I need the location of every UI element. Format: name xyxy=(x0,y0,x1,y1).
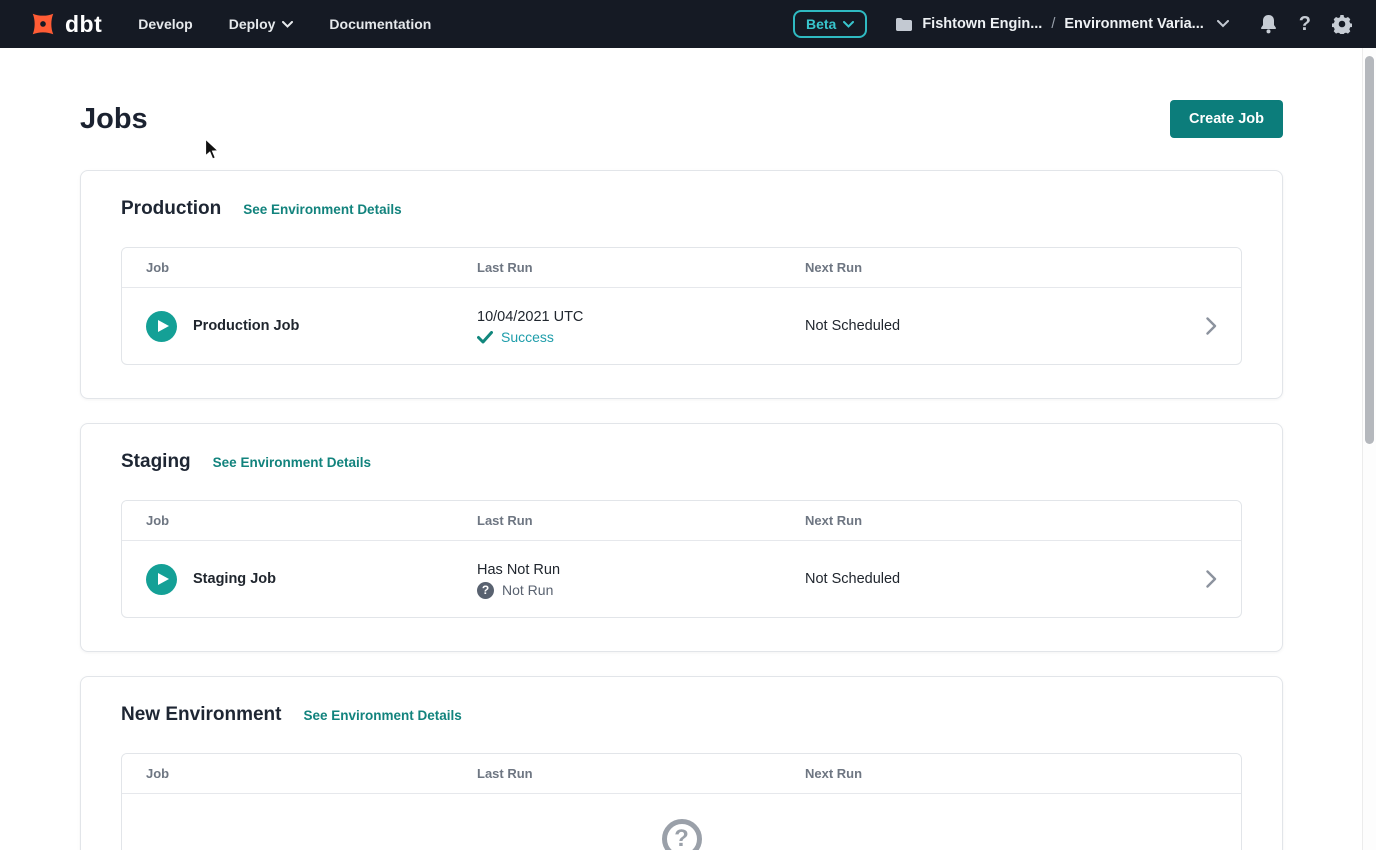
column-header-next-run: Next Run xyxy=(805,766,1181,781)
column-header-spacer xyxy=(1181,766,1241,781)
beta-dropdown[interactable]: Beta xyxy=(793,10,867,38)
environment-title: New Environment xyxy=(121,704,281,726)
column-header-job: Job xyxy=(146,260,477,275)
breadcrumb-project[interactable]: Fishtown Engin... xyxy=(922,16,1042,32)
nav-item-documentation[interactable]: Documentation xyxy=(329,16,431,32)
nav-item-label: Documentation xyxy=(329,16,431,32)
run-job-button[interactable] xyxy=(146,564,177,595)
jobs-table: Job Last Run Next Run Staging Job Has No… xyxy=(121,500,1242,618)
column-header-spacer xyxy=(1181,260,1241,275)
last-run-date: Has Not Run xyxy=(477,560,805,580)
job-row[interactable]: Staging Job Has Not Run ? Not Run Not Sc… xyxy=(122,541,1241,617)
chevron-right-icon[interactable] xyxy=(1206,570,1217,588)
column-header-last-run: Last Run xyxy=(477,766,805,781)
navbar-icon-group: ? xyxy=(1259,14,1352,34)
breadcrumb-separator: / xyxy=(1051,16,1055,32)
last-run-status-line: ? Not Run xyxy=(477,582,805,599)
environment-title: Staging xyxy=(121,451,191,473)
jobs-table: Job Last Run Next Run ? xyxy=(121,753,1242,850)
nav-item-develop[interactable]: Develop xyxy=(138,16,192,32)
row-chevron-cell xyxy=(1181,317,1241,335)
create-job-button[interactable]: Create Job xyxy=(1170,100,1283,138)
dbt-logo[interactable]: dbt xyxy=(28,9,102,39)
environment-card-header: Production See Environment Details xyxy=(121,198,1242,220)
play-icon xyxy=(158,320,169,332)
see-environment-details-link[interactable]: See Environment Details xyxy=(303,708,461,723)
job-name: Staging Job xyxy=(193,571,276,587)
last-run-status-line: Success xyxy=(477,329,805,345)
scrollbar[interactable] xyxy=(1362,48,1376,850)
folder-icon xyxy=(895,17,913,32)
help-icon[interactable]: ? xyxy=(1299,14,1311,34)
column-header-last-run: Last Run xyxy=(477,513,805,528)
nav-item-deploy[interactable]: Deploy xyxy=(229,16,294,32)
column-header-last-run: Last Run xyxy=(477,260,805,275)
gear-icon[interactable] xyxy=(1332,14,1352,34)
environment-card-header: New Environment See Environment Details xyxy=(121,704,1242,726)
chevron-down-icon[interactable] xyxy=(1217,20,1229,28)
column-header-next-run: Next Run xyxy=(805,513,1181,528)
breadcrumb-page[interactable]: Environment Varia... xyxy=(1064,16,1203,32)
bell-icon[interactable] xyxy=(1259,14,1278,34)
column-header-job: Job xyxy=(146,766,477,781)
chevron-down-icon xyxy=(282,21,293,28)
jobs-table-header: Job Last Run Next Run xyxy=(122,501,1241,541)
job-row[interactable]: Production Job 10/04/2021 UTC Success No… xyxy=(122,288,1241,364)
see-environment-details-link[interactable]: See Environment Details xyxy=(213,455,371,470)
jobs-table-body: ? xyxy=(122,794,1241,850)
last-run-cell: Has Not Run ? Not Run xyxy=(477,560,805,599)
column-header-job: Job xyxy=(146,513,477,528)
last-run-status: Success xyxy=(501,329,554,345)
chevron-right-icon[interactable] xyxy=(1206,317,1217,335)
see-environment-details-link[interactable]: See Environment Details xyxy=(243,202,401,217)
nav-item-label: Develop xyxy=(138,16,192,32)
environment-card-header: Staging See Environment Details xyxy=(121,451,1242,473)
job-cell: Production Job xyxy=(146,311,477,342)
jobs-page: Jobs Create Job Production See Environme… xyxy=(0,48,1283,850)
environments: Production See Environment Details Job L… xyxy=(80,170,1283,850)
jobs-table: Job Last Run Next Run Production Job 10/… xyxy=(121,247,1242,365)
brand-name: dbt xyxy=(65,11,102,38)
beta-label: Beta xyxy=(806,16,836,32)
scrollbar-thumb[interactable] xyxy=(1365,56,1374,444)
page-header: Jobs Create Job xyxy=(80,100,1283,138)
last-run-cell: 10/04/2021 UTC Success xyxy=(477,307,805,345)
chevron-down-icon xyxy=(843,21,854,28)
top-navbar: dbt Develop Deploy Documentation Beta Fi… xyxy=(0,0,1376,48)
job-cell: Staging Job xyxy=(146,564,477,595)
breadcrumb: Fishtown Engin... / Environment Varia... xyxy=(895,16,1228,32)
not-run-help-icon: ? xyxy=(477,582,494,599)
environment-card: Staging See Environment Details Job Last… xyxy=(80,423,1283,652)
environment-card: Production See Environment Details Job L… xyxy=(80,170,1283,399)
column-header-next-run: Next Run xyxy=(805,260,1181,275)
empty-state: ? xyxy=(122,794,1241,850)
row-chevron-cell xyxy=(1181,570,1241,588)
success-check-icon xyxy=(477,331,493,344)
run-job-button[interactable] xyxy=(146,311,177,342)
page-title: Jobs xyxy=(80,103,148,136)
dbt-logo-icon xyxy=(28,9,58,39)
jobs-table-body: Staging Job Has Not Run ? Not Run Not Sc… xyxy=(122,541,1241,617)
next-run: Not Scheduled xyxy=(805,571,1181,587)
empty-question-icon: ? xyxy=(662,819,702,850)
last-run-date: 10/04/2021 UTC xyxy=(477,307,805,327)
play-icon xyxy=(158,573,169,585)
environment-card: New Environment See Environment Details … xyxy=(80,676,1283,850)
column-header-spacer xyxy=(1181,513,1241,528)
jobs-table-header: Job Last Run Next Run xyxy=(122,248,1241,288)
last-run-status: Not Run xyxy=(502,582,553,598)
jobs-table-body: Production Job 10/04/2021 UTC Success No… xyxy=(122,288,1241,364)
nav-item-label: Deploy xyxy=(229,16,276,32)
job-name: Production Job xyxy=(193,318,299,334)
next-run: Not Scheduled xyxy=(805,318,1181,334)
environment-title: Production xyxy=(121,198,221,220)
jobs-table-header: Job Last Run Next Run xyxy=(122,754,1241,794)
